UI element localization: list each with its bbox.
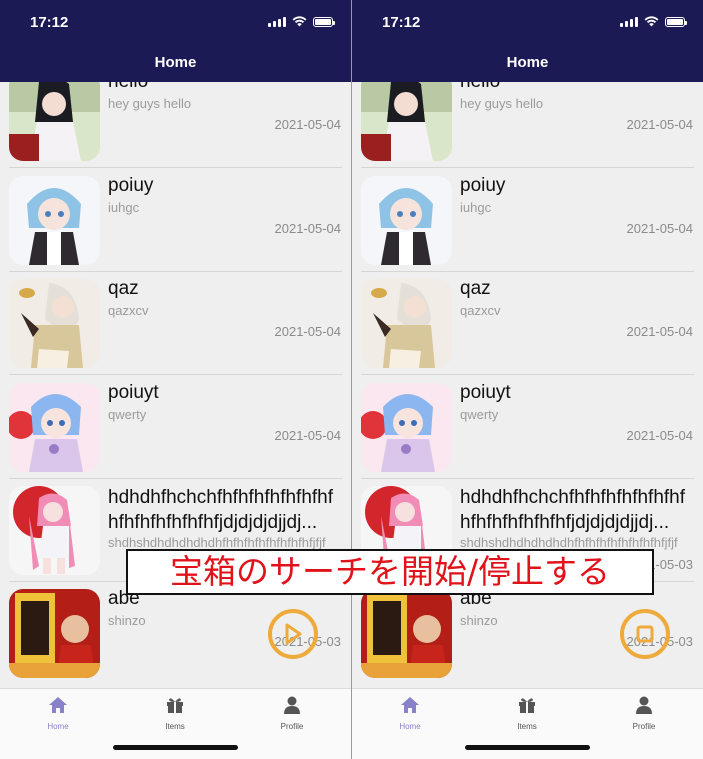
item-list[interactable]: hello hey guys hello 2021-05-04 poiuy iu… — [0, 82, 351, 688]
item-thumbnail — [9, 82, 100, 161]
cellular-signal-icon — [620, 16, 638, 27]
item-date: 2021-05-04 — [274, 221, 342, 236]
item-subtitle: qazxcv — [460, 303, 501, 318]
item-date: 2021-05-04 — [626, 221, 694, 236]
item-title: hdhdhfhchchfhfhfhfhfhfhfhfhfhfhfhfhfhfhf… — [460, 487, 686, 533]
item-subtitle: hey guys hello — [108, 96, 192, 111]
phone-screen-right: 17:12 Home hello hey guys hello 2021-05-… — [352, 0, 703, 759]
item-thumbnail — [361, 589, 452, 678]
item-date: 2021-05-04 — [626, 428, 694, 443]
item-thumbnail — [9, 589, 100, 678]
tab-profile[interactable]: Profile — [604, 696, 684, 731]
row-divider — [361, 167, 694, 168]
list-item[interactable]: poiuyt qwerty 2021-05-04 — [352, 376, 703, 479]
tab-label: Items — [517, 722, 537, 731]
item-title: poiuyt — [460, 382, 511, 403]
tab-label: Profile — [280, 722, 304, 731]
person-icon — [284, 696, 300, 714]
list-item[interactable]: qaz qazxcv 2021-05-04 — [352, 272, 703, 375]
page-title: Home — [506, 54, 549, 71]
stop-search-button[interactable] — [620, 609, 670, 659]
wifi-icon — [644, 16, 659, 27]
status-time: 17:12 — [382, 14, 421, 31]
tab-label: Home — [47, 722, 69, 731]
app-header: 17:12 Home — [352, 0, 703, 82]
app-header: 17:12 Home — [0, 0, 351, 82]
tab-profile[interactable]: Profile — [252, 696, 332, 731]
item-title: poiuy — [460, 175, 506, 196]
item-thumbnail — [9, 486, 100, 575]
battery-icon — [665, 16, 687, 27]
gift-icon — [519, 698, 535, 713]
item-subtitle: qazxcv — [108, 303, 149, 318]
tab-home[interactable]: Home — [370, 696, 450, 731]
item-list[interactable]: hello hey guys hello 2021-05-04 poiuy iu… — [352, 82, 703, 688]
tab-items[interactable]: Items — [487, 696, 567, 731]
item-subtitle: qwerty — [108, 407, 147, 422]
row-divider — [9, 167, 342, 168]
list-item[interactable]: poiuyt qwerty 2021-05-04 — [0, 376, 351, 479]
status-icons — [268, 16, 335, 27]
phone-screen-left: 17:12 Home hello hey guys hello 2021-05-… — [0, 0, 351, 759]
list-item[interactable]: hello hey guys hello 2021-05-04 — [0, 82, 351, 168]
wifi-icon — [292, 16, 307, 27]
item-title: hello — [460, 82, 500, 93]
list-item[interactable]: hello hey guys hello 2021-05-04 — [352, 82, 703, 168]
item-title: qaz — [108, 278, 139, 299]
item-title: hdhdhfhchchfhfhfhfhfhfhfhfhfhfhfhfhfhfhf… — [108, 487, 334, 533]
battery-icon — [313, 16, 335, 27]
row-divider — [361, 374, 694, 375]
tab-label: Profile — [632, 722, 656, 731]
item-thumbnail — [9, 383, 100, 472]
gift-icon — [167, 698, 183, 713]
tab-label: Home — [399, 722, 421, 731]
item-title: qaz — [460, 278, 491, 299]
stop-icon — [636, 625, 654, 643]
item-title: hello — [108, 82, 148, 93]
play-search-button[interactable] — [268, 609, 318, 659]
home-icon — [49, 697, 67, 713]
item-title: poiuyt — [108, 382, 159, 403]
item-subtitle: iuhgc — [108, 200, 140, 215]
item-subtitle: iuhgc — [460, 200, 492, 215]
item-subtitle: shdhshdhdhdhdhdhfhfhfhfhfhfhfhfhfjfjf — [460, 535, 678, 550]
annotation-caption: 宝箱のサーチを開始/停止する — [126, 549, 654, 595]
item-thumbnail — [361, 82, 452, 161]
list-item[interactable]: qaz qazxcv 2021-05-04 — [0, 272, 351, 375]
list-item[interactable]: poiuy iuhgc 2021-05-04 — [0, 169, 351, 272]
row-divider — [9, 374, 342, 375]
item-date: 2021-05-04 — [626, 117, 694, 132]
item-subtitle: hey guys hello — [460, 96, 544, 111]
status-time: 17:12 — [30, 14, 69, 31]
item-thumbnail — [361, 176, 452, 265]
item-thumbnail — [9, 279, 100, 368]
item-date: 2021-05-04 — [274, 324, 342, 339]
status-icons — [620, 16, 687, 27]
list-item[interactable]: poiuy iuhgc 2021-05-04 — [352, 169, 703, 272]
item-title: poiuy — [108, 175, 154, 196]
item-date: 2021-05-04 — [274, 428, 342, 443]
home-icon — [401, 697, 419, 713]
home-indicator — [113, 745, 238, 750]
item-thumbnail — [9, 176, 100, 265]
person-icon — [636, 696, 652, 714]
item-subtitle: qwerty — [460, 407, 499, 422]
tab-home[interactable]: Home — [18, 696, 98, 731]
item-thumbnail — [361, 279, 452, 368]
item-thumbnail — [361, 383, 452, 472]
item-date: 2021-05-04 — [274, 117, 342, 132]
item-subtitle: shdhshdhdhdhdhdhfhfhfhfhfhfhfhfhfjfjf — [108, 535, 326, 550]
cellular-signal-icon — [268, 16, 286, 27]
item-date: 2021-05-04 — [626, 324, 694, 339]
tab-label: Items — [165, 722, 185, 731]
home-indicator — [465, 745, 590, 750]
play-icon — [285, 623, 302, 645]
page-title: Home — [154, 54, 197, 71]
tab-items[interactable]: Items — [135, 696, 215, 731]
